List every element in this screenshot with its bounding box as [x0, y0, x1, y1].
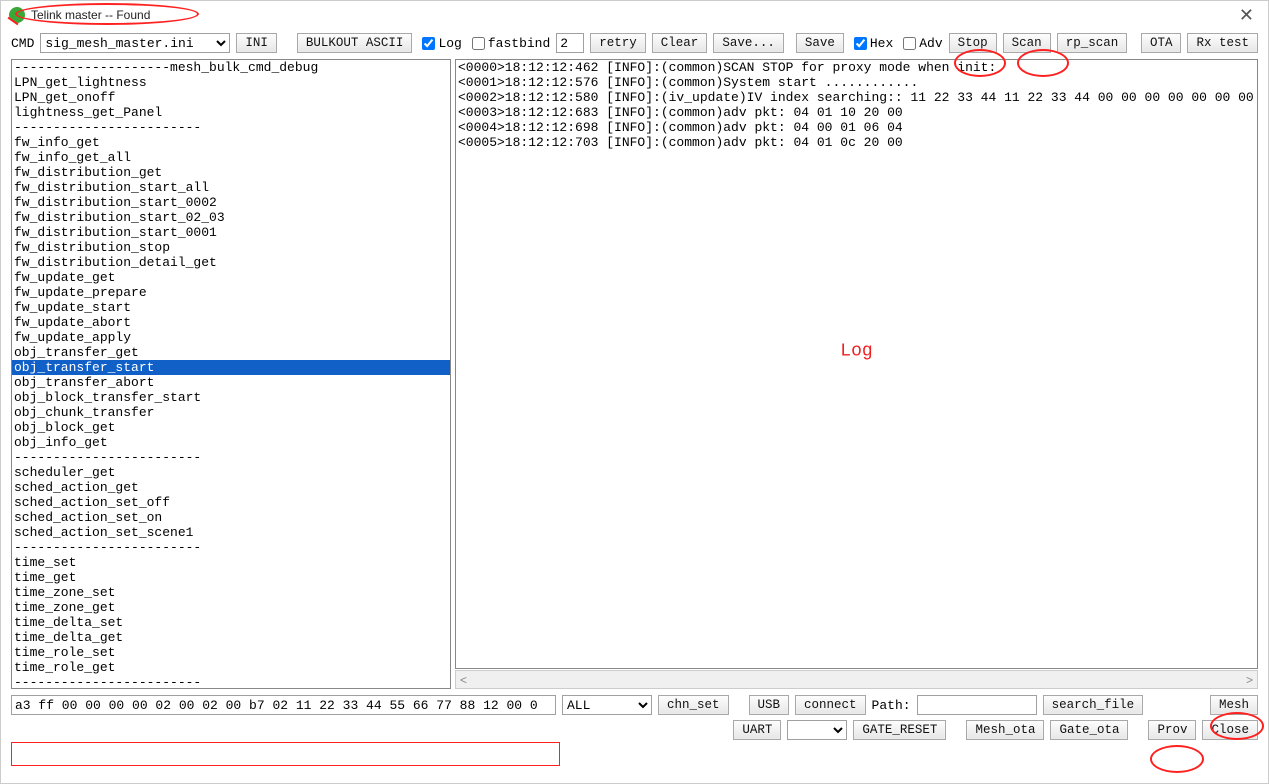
list-item[interactable]: time_role_set	[12, 645, 450, 660]
uart-button[interactable]: UART	[733, 720, 781, 740]
prov-button[interactable]: Prov	[1148, 720, 1196, 740]
bottom-toolbar-1: ALL chn_set USB connect Path: search_fil…	[1, 693, 1268, 718]
list-item[interactable]: fw_distribution_start_02_03	[12, 210, 450, 225]
fastbind-checkbox[interactable]	[472, 37, 485, 50]
all-select[interactable]: ALL	[562, 695, 652, 715]
log-box[interactable]: Log <0000>18:12:12:462 [INFO]:(common)SC…	[455, 59, 1258, 669]
log-line: <0001>18:12:12:576 [INFO]:(common)System…	[458, 75, 1255, 90]
list-item[interactable]: ------------------------	[12, 450, 450, 465]
gate-ota-button[interactable]: Gate_ota	[1050, 720, 1128, 740]
app-icon	[9, 7, 25, 23]
gate-reset-button[interactable]: GATE_RESET	[853, 720, 946, 740]
list-item[interactable]: fw_update_prepare	[12, 285, 450, 300]
command-list[interactable]: --------------------mesh_bulk_cmd_debugL…	[11, 59, 451, 689]
list-item[interactable]: obj_info_get	[12, 435, 450, 450]
cmd-label: CMD	[11, 36, 34, 51]
adv-checkbox[interactable]	[903, 37, 916, 50]
titlebar: Telink master -- Found ✕	[1, 1, 1268, 29]
list-item[interactable]: fw_update_abort	[12, 315, 450, 330]
log-line: <0000>18:12:12:462 [INFO]:(common)SCAN S…	[458, 60, 1255, 75]
adv-checkbox-label[interactable]: Adv	[899, 36, 942, 51]
hex-checkbox-label[interactable]: Hex	[850, 36, 893, 51]
log-line: <0004>18:12:12:698 [INFO]:(common)adv pk…	[458, 120, 1255, 135]
list-item[interactable]: LPN_get_onoff	[12, 90, 450, 105]
list-item[interactable]: lightness_get_Panel	[12, 105, 450, 120]
list-item[interactable]: ------------------------	[12, 540, 450, 555]
list-item[interactable]: --------------------mesh_bulk_cmd_debug	[12, 60, 450, 75]
path-label: Path:	[872, 698, 911, 713]
ini-button[interactable]: INI	[236, 33, 277, 53]
list-item[interactable]: time_zone_get	[12, 600, 450, 615]
list-item[interactable]: scheduler_get	[12, 465, 450, 480]
list-item[interactable]: fw_distribution_stop	[12, 240, 450, 255]
close-button[interactable]: Close	[1202, 720, 1258, 740]
list-item[interactable]: obj_block_transfer_start	[12, 390, 450, 405]
list-item[interactable]: time_role_get	[12, 660, 450, 675]
uart-select[interactable]	[787, 720, 847, 740]
path-input[interactable]	[917, 695, 1037, 715]
close-icon[interactable]: ✕	[1233, 3, 1260, 28]
hex-checkbox[interactable]	[854, 37, 867, 50]
list-item[interactable]: sched_action_get	[12, 480, 450, 495]
usb-button[interactable]: USB	[749, 695, 790, 715]
list-item[interactable]: fw_info_get	[12, 135, 450, 150]
list-item[interactable]: time_delta_get	[12, 630, 450, 645]
mesh-ota-button[interactable]: Mesh_ota	[966, 720, 1044, 740]
list-item[interactable]: ------------------------	[12, 675, 450, 689]
retry-input[interactable]	[556, 33, 584, 53]
connect-button[interactable]: connect	[795, 695, 866, 715]
list-item[interactable]: fw_update_apply	[12, 330, 450, 345]
list-item[interactable]: fw_distribution_start_0002	[12, 195, 450, 210]
log-horizontal-scrollbar[interactable]: < >	[455, 670, 1258, 689]
list-item[interactable]: sched_action_set_off	[12, 495, 450, 510]
top-toolbar: CMD sig_mesh_master.ini INI BULKOUT ASCI…	[1, 29, 1268, 59]
bottom-toolbar-2: UART GATE_RESET Mesh_ota Gate_ota Prov C…	[1, 718, 1268, 746]
save-button[interactable]: Save	[796, 33, 844, 53]
log-checkbox-label[interactable]: Log	[418, 36, 461, 51]
list-item[interactable]: time_zone_set	[12, 585, 450, 600]
list-item[interactable]: obj_transfer_start	[12, 360, 450, 375]
log-line: <0002>18:12:12:580 [INFO]:(iv_update)IV …	[458, 90, 1255, 105]
list-item[interactable]: obj_chunk_transfer	[12, 405, 450, 420]
log-annotation-label: Log	[840, 344, 872, 359]
bulkout-ascii-button[interactable]: BULKOUT ASCII	[297, 33, 413, 53]
rp-scan-button[interactable]: rp_scan	[1057, 33, 1128, 53]
retry-button[interactable]: retry	[590, 33, 646, 53]
list-item[interactable]: fw_update_get	[12, 270, 450, 285]
list-item[interactable]: obj_transfer_abort	[12, 375, 450, 390]
list-item[interactable]: time_get	[12, 570, 450, 585]
mesh-button[interactable]: Mesh	[1210, 695, 1258, 715]
list-item[interactable]: LPN_get_lightness	[12, 75, 450, 90]
clear-button[interactable]: Clear	[652, 33, 708, 53]
rx-test-button[interactable]: Rx test	[1187, 33, 1258, 53]
scroll-left-icon[interactable]: <	[456, 673, 471, 687]
list-item[interactable]: fw_distribution_get	[12, 165, 450, 180]
list-item[interactable]: sched_action_set_scene1	[12, 525, 450, 540]
list-item[interactable]: fw_update_start	[12, 300, 450, 315]
list-item[interactable]: sched_action_set_on	[12, 510, 450, 525]
log-checkbox[interactable]	[422, 37, 435, 50]
log-line: <0005>18:12:12:703 [INFO]:(common)adv pk…	[458, 135, 1255, 150]
list-item[interactable]: fw_distribution_detail_get	[12, 255, 450, 270]
list-item[interactable]: time_delta_set	[12, 615, 450, 630]
list-item[interactable]: time_set	[12, 555, 450, 570]
ini-select[interactable]: sig_mesh_master.ini	[40, 33, 230, 53]
list-item[interactable]: fw_distribution_start_all	[12, 180, 450, 195]
window-title: Telink master -- Found	[31, 8, 150, 22]
scan-button[interactable]: Scan	[1003, 33, 1051, 53]
search-file-button[interactable]: search_file	[1043, 695, 1144, 715]
log-line: <0003>18:12:12:683 [INFO]:(common)adv pk…	[458, 105, 1255, 120]
list-item[interactable]: fw_info_get_all	[12, 150, 450, 165]
save-as-button[interactable]: Save...	[713, 33, 784, 53]
ota-button[interactable]: OTA	[1141, 33, 1182, 53]
list-item[interactable]: fw_distribution_start_0001	[12, 225, 450, 240]
hex-command-input[interactable]	[11, 695, 556, 715]
stop-button[interactable]: Stop	[949, 33, 997, 53]
fastbind-checkbox-label[interactable]: fastbind	[468, 36, 550, 51]
list-item[interactable]: ------------------------	[12, 120, 450, 135]
scroll-right-icon[interactable]: >	[1242, 673, 1257, 687]
list-item[interactable]: obj_transfer_get	[12, 345, 450, 360]
chn-set-button[interactable]: chn_set	[658, 695, 729, 715]
list-item[interactable]: obj_block_get	[12, 420, 450, 435]
